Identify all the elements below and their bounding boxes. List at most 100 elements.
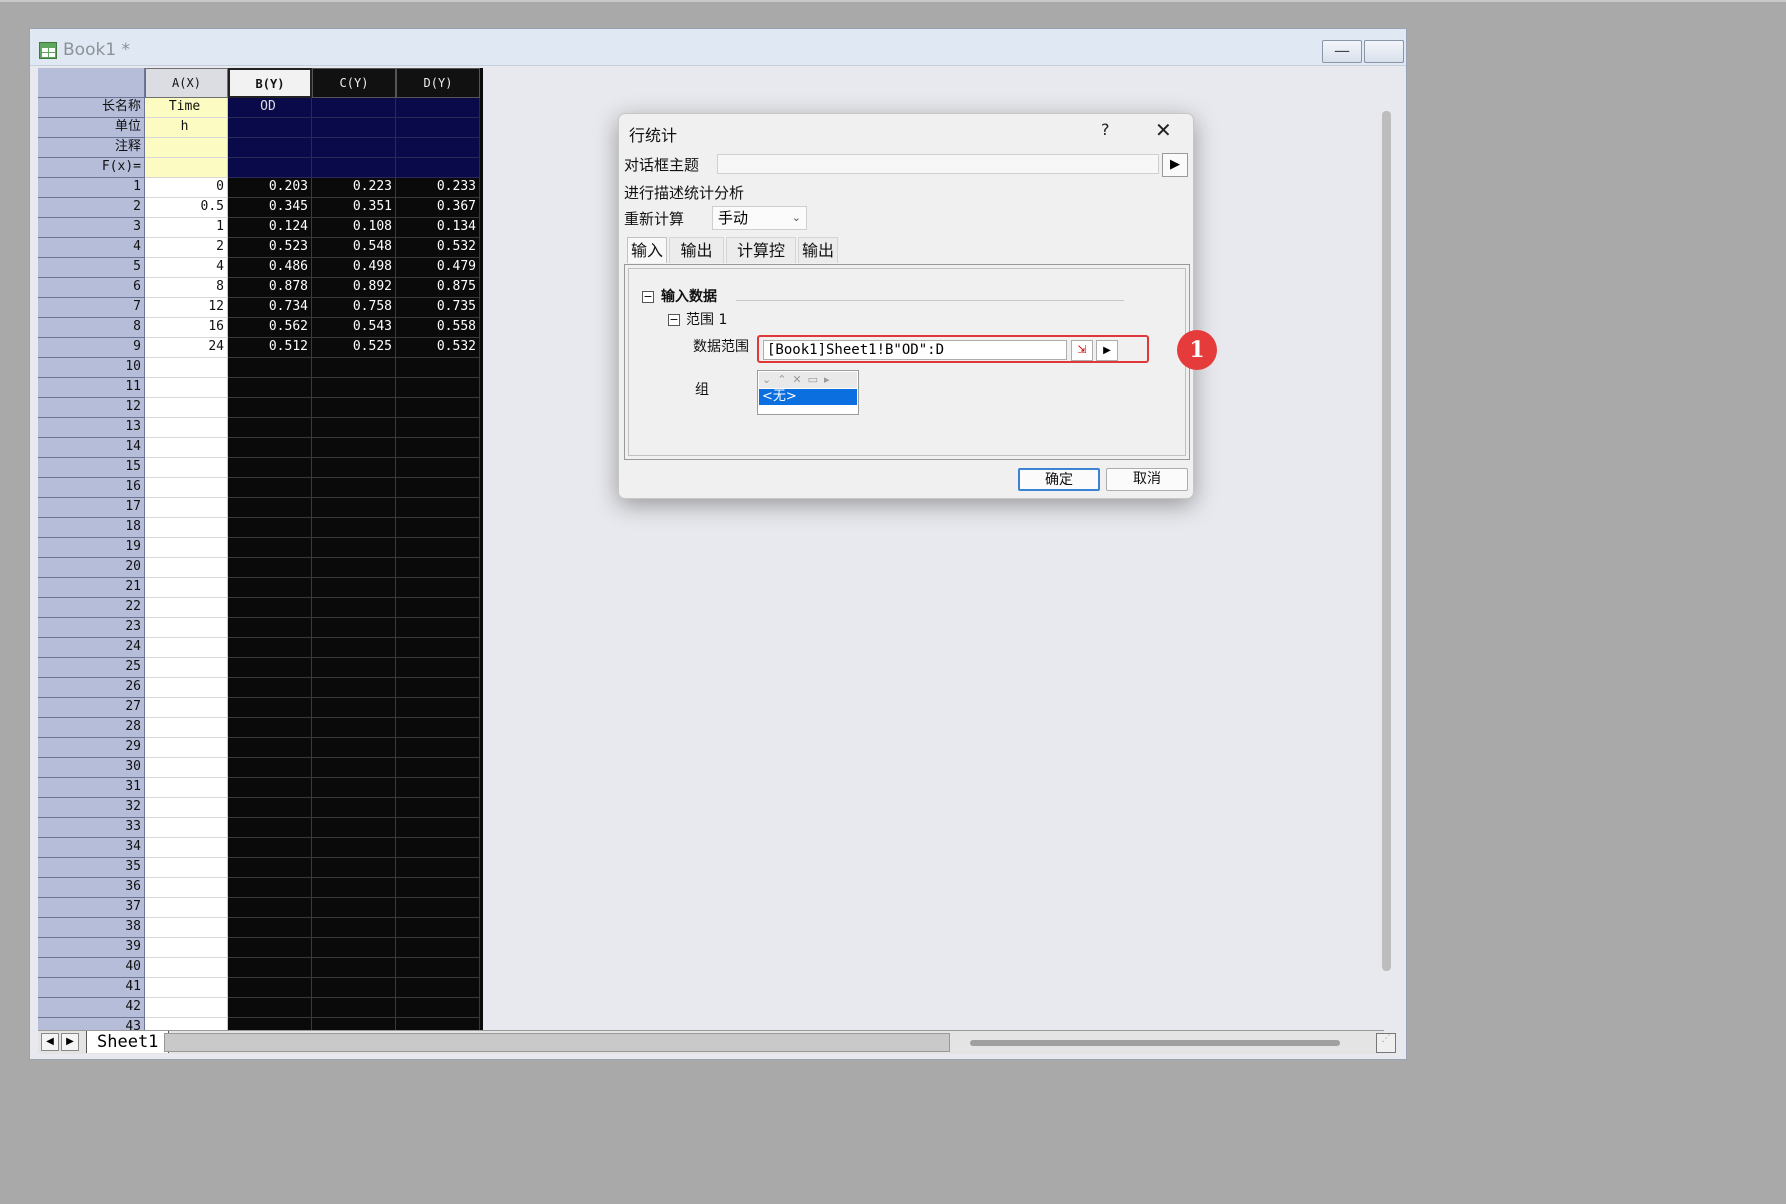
table-cell[interactable]	[312, 578, 396, 598]
table-cell[interactable]: 0.525	[312, 338, 396, 358]
table-cell[interactable]	[312, 1018, 396, 1030]
table-cell[interactable]	[312, 878, 396, 898]
table-cell[interactable]	[312, 758, 396, 778]
table-cell[interactable]	[312, 678, 396, 698]
header-row-label[interactable]: F(x)=	[38, 158, 145, 178]
table-cell[interactable]	[396, 358, 480, 378]
ok-button[interactable]: 确定	[1018, 468, 1100, 491]
table-cell[interactable]	[396, 1018, 480, 1030]
table-cell[interactable]	[396, 458, 480, 478]
table-cell[interactable]	[145, 598, 228, 618]
table-cell[interactable]	[228, 798, 312, 818]
table-cell[interactable]	[396, 938, 480, 958]
table-cell[interactable]	[228, 818, 312, 838]
help-icon[interactable]: ?	[1101, 120, 1110, 139]
table-cell[interactable]	[396, 518, 480, 538]
table-cell[interactable]	[312, 898, 396, 918]
table-cell[interactable]	[312, 978, 396, 998]
header-cell[interactable]: Time	[145, 98, 228, 118]
column-header[interactable]: B(Y)	[228, 68, 312, 98]
table-cell[interactable]	[312, 458, 396, 478]
row-number[interactable]: 10	[38, 358, 145, 378]
table-cell[interactable]: 0.233	[396, 178, 480, 198]
table-cell[interactable]	[228, 878, 312, 898]
table-cell[interactable]	[396, 678, 480, 698]
table-cell[interactable]	[396, 878, 480, 898]
table-cell[interactable]: 2	[145, 238, 228, 258]
table-cell[interactable]	[228, 598, 312, 618]
table-cell[interactable]	[145, 358, 228, 378]
table-cell[interactable]	[145, 638, 228, 658]
table-cell[interactable]	[228, 698, 312, 718]
table-cell[interactable]	[312, 658, 396, 678]
header-cell[interactable]	[396, 158, 480, 178]
table-cell[interactable]	[228, 778, 312, 798]
table-cell[interactable]: 0.532	[396, 338, 480, 358]
table-cell[interactable]	[228, 418, 312, 438]
table-cell[interactable]	[396, 418, 480, 438]
theme-menu-button[interactable]: ▶	[1162, 153, 1188, 177]
table-cell[interactable]: 0.523	[228, 238, 312, 258]
row-number[interactable]: 23	[38, 618, 145, 638]
table-cell[interactable]	[228, 738, 312, 758]
tab-computation-control[interactable]: 计算控制	[726, 237, 796, 286]
table-cell[interactable]	[145, 1018, 228, 1030]
table-cell[interactable]	[312, 418, 396, 438]
table-cell[interactable]	[312, 838, 396, 858]
table-cell[interactable]	[228, 538, 312, 558]
table-cell[interactable]	[145, 738, 228, 758]
row-number[interactable]: 28	[38, 718, 145, 738]
table-cell[interactable]: 0.108	[312, 218, 396, 238]
header-row-label[interactable]: 注释	[38, 138, 145, 158]
header-cell[interactable]	[312, 118, 396, 138]
table-cell[interactable]	[145, 518, 228, 538]
header-cell[interactable]	[312, 158, 396, 178]
data-range-input[interactable]: [Book1]Sheet1!B"OD":D	[763, 340, 1067, 360]
row-number[interactable]: 24	[38, 638, 145, 658]
header-cell[interactable]	[312, 138, 396, 158]
header-cell[interactable]	[396, 118, 480, 138]
header-cell[interactable]	[396, 98, 480, 118]
row-number[interactable]: 6	[38, 278, 145, 298]
table-cell[interactable]	[145, 818, 228, 838]
table-cell[interactable]: 0.892	[312, 278, 396, 298]
table-cell[interactable]: 0.223	[312, 178, 396, 198]
grid-corner[interactable]	[38, 68, 145, 98]
table-cell[interactable]	[145, 478, 228, 498]
worksheet-grid[interactable]: A(X) B(Y) C(Y) D(Y) 长名称 Time OD 单位 h 注释 F(x)= 1 0 0.2…	[38, 68, 483, 1030]
row-number[interactable]: 34	[38, 838, 145, 858]
table-cell[interactable]: 0.367	[396, 198, 480, 218]
table-cell[interactable]	[145, 418, 228, 438]
row-number[interactable]: 36	[38, 878, 145, 898]
table-cell[interactable]	[396, 978, 480, 998]
header-cell[interactable]	[228, 118, 312, 138]
table-cell[interactable]	[396, 818, 480, 838]
table-cell[interactable]	[312, 638, 396, 658]
table-cell[interactable]	[145, 458, 228, 478]
table-cell[interactable]	[228, 918, 312, 938]
table-cell[interactable]	[312, 378, 396, 398]
table-cell[interactable]	[228, 838, 312, 858]
tab-input[interactable]: 输入	[627, 237, 667, 263]
table-cell[interactable]	[228, 518, 312, 538]
table-cell[interactable]	[396, 758, 480, 778]
table-cell[interactable]	[145, 978, 228, 998]
table-cell[interactable]	[228, 378, 312, 398]
minimize-button[interactable]: —	[1322, 40, 1362, 63]
table-cell[interactable]	[312, 398, 396, 418]
table-cell[interactable]	[312, 738, 396, 758]
table-cell[interactable]	[145, 498, 228, 518]
table-cell[interactable]	[312, 618, 396, 638]
row-number[interactable]: 5	[38, 258, 145, 278]
table-cell[interactable]	[228, 398, 312, 418]
table-cell[interactable]	[396, 838, 480, 858]
row-number[interactable]: 37	[38, 898, 145, 918]
table-cell[interactable]: 0.486	[228, 258, 312, 278]
row-number[interactable]: 11	[38, 378, 145, 398]
row-number[interactable]: 20	[38, 558, 145, 578]
column-header[interactable]: C(Y)	[312, 68, 396, 98]
table-cell[interactable]	[228, 558, 312, 578]
table-cell[interactable]	[312, 798, 396, 818]
table-cell[interactable]	[145, 438, 228, 458]
header-row-label[interactable]: 长名称	[38, 98, 145, 118]
